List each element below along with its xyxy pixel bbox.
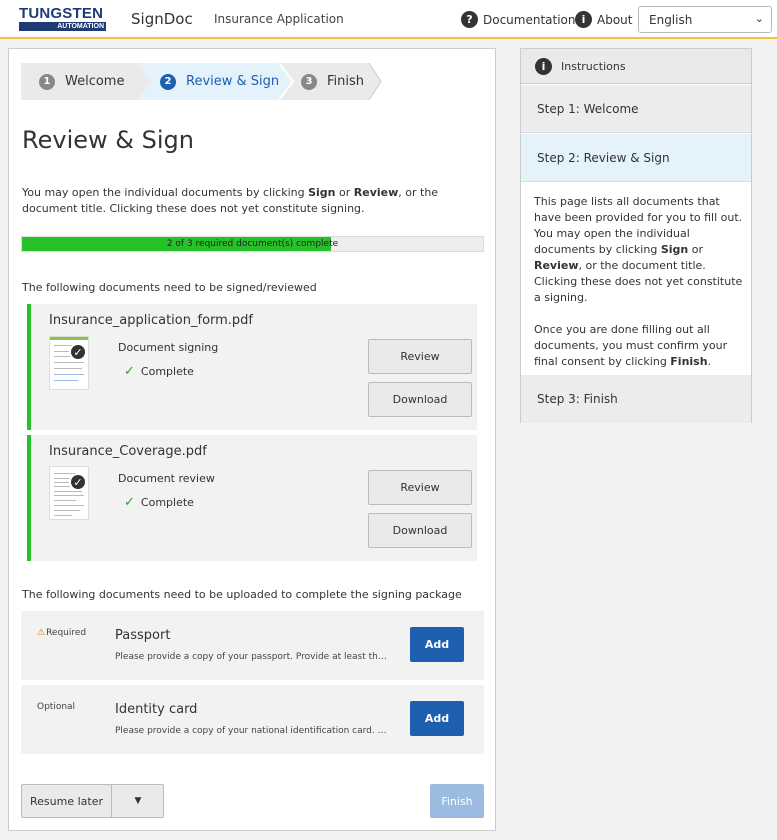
upload-card: Optional Identity card Please provide a … xyxy=(21,685,484,754)
progress-text: 2 of 3 required document(s) complete xyxy=(166,239,339,249)
review-word: Review xyxy=(534,259,579,272)
requirement-label: Required xyxy=(46,628,87,638)
finish-button[interactable]: Finish xyxy=(430,784,484,818)
resume-later-button[interactable]: Resume later xyxy=(22,785,112,817)
about-label: About xyxy=(597,12,633,27)
upload-description: Please provide a copy of your national i… xyxy=(115,726,390,736)
language-select[interactable]: English ⌄ xyxy=(638,6,772,33)
download-button[interactable]: Download xyxy=(368,382,472,417)
add-button[interactable]: Add xyxy=(410,627,464,662)
checkmark-icon: ✓ xyxy=(69,473,87,491)
finish-word: Finish xyxy=(670,355,708,368)
intro-review-word: Review xyxy=(353,186,399,199)
text-part: or xyxy=(688,243,703,256)
upload-description: Please provide a copy of your passport. … xyxy=(115,652,390,662)
document-status: ✓ Complete xyxy=(124,364,194,379)
check-icon: ✓ xyxy=(124,364,135,379)
main-panel: 1 Welcome 2 Review & Sign 3 Finish Revie… xyxy=(8,48,496,831)
text-part: This page lists all documents that have … xyxy=(534,195,743,256)
logo-text: TUNGSTEN xyxy=(19,5,104,22)
instructions-step-review-sign[interactable]: Step 2: Review & Sign xyxy=(521,134,751,182)
step-label: Review & Sign xyxy=(186,74,280,89)
app-name: SignDoc xyxy=(131,10,193,28)
upload-card: ⚠ Required Passport Please provide a cop… xyxy=(21,611,484,680)
progress-bar: 2 of 3 required document(s) complete xyxy=(21,236,484,252)
sign-word: Sign xyxy=(660,243,689,256)
intro-sign-word: Sign xyxy=(308,186,336,199)
text-part: . xyxy=(707,355,712,368)
instructions-header: i Instructions xyxy=(521,49,751,84)
document-card: Insurance_application_form.pdf ✓ Documen… xyxy=(27,304,477,430)
step-number: 1 xyxy=(39,73,55,90)
logo-subtext: AUTOMATION xyxy=(19,22,106,31)
intro-text-part: or xyxy=(335,186,354,199)
step-label: Finish xyxy=(327,74,365,89)
upload-title: Identity card xyxy=(115,702,198,717)
instructions-paragraph: This page lists all documents that have … xyxy=(534,194,744,306)
resume-later-group: Resume later ▼ xyxy=(21,784,164,818)
document-thumbnail[interactable]: ✓ xyxy=(49,466,89,520)
instructions-step-welcome[interactable]: Step 1: Welcome xyxy=(521,85,751,133)
intro-text: You may open the individual documents by… xyxy=(22,185,482,217)
checkmark-icon: ✓ xyxy=(69,343,87,361)
resume-dropdown-toggle[interactable]: ▼ xyxy=(112,785,164,817)
status-label: Complete xyxy=(140,496,194,509)
tungsten-logo[interactable]: TUNGSTEN AUTOMATION xyxy=(19,5,106,31)
instructions-paragraph: Once you are done filling out all docume… xyxy=(534,322,744,370)
language-value: English xyxy=(649,13,693,27)
step-finish[interactable]: 3 Finish xyxy=(301,63,364,100)
upload-section-label: The following documents need to be uploa… xyxy=(22,588,462,601)
document-status: ✓ Complete xyxy=(124,495,194,510)
progress-stepper: 1 Welcome 2 Review & Sign 3 Finish xyxy=(21,63,382,100)
download-button[interactable]: Download xyxy=(368,513,472,548)
requirement-badge: Optional xyxy=(37,702,75,712)
step-number: 3 xyxy=(301,73,317,90)
requirement-label: Optional xyxy=(37,702,76,712)
instructions-panel: i Instructions Step 1: Welcome Step 2: R… xyxy=(520,48,752,423)
caret-down-icon: ▼ xyxy=(134,796,142,806)
app-subtitle: Insurance Application xyxy=(214,12,344,26)
step-review-sign[interactable]: 2 Review & Sign xyxy=(160,63,279,100)
document-title[interactable]: Insurance_Coverage.pdf xyxy=(49,444,207,459)
step-number: 2 xyxy=(160,73,176,90)
warning-icon: ⚠ xyxy=(37,628,46,638)
requirement-badge: ⚠ Required xyxy=(37,628,86,638)
about-link[interactable]: i About xyxy=(575,11,632,28)
upload-title: Passport xyxy=(115,628,171,643)
check-icon: ✓ xyxy=(124,495,135,510)
step-welcome[interactable]: 1 Welcome xyxy=(39,63,124,100)
instructions-step-finish[interactable]: Step 3: Finish xyxy=(521,375,751,423)
add-button[interactable]: Add xyxy=(410,701,464,736)
document-title[interactable]: Insurance_application_form.pdf xyxy=(49,313,253,328)
top-header: TUNGSTEN AUTOMATION SignDoc Insurance Ap… xyxy=(0,0,777,39)
document-action: Document review xyxy=(118,472,215,485)
document-action: Document signing xyxy=(118,341,219,354)
sign-section-label: The following documents need to be signe… xyxy=(22,281,317,294)
instructions-body: This page lists all documents that have … xyxy=(534,194,744,370)
info-icon: i xyxy=(575,11,592,28)
document-card: Insurance_Coverage.pdf ✓ Document review… xyxy=(27,435,477,561)
status-label: Complete xyxy=(140,365,194,378)
review-button[interactable]: Review xyxy=(368,470,472,505)
help-icon: ? xyxy=(461,11,478,28)
chevron-down-icon: ⌄ xyxy=(754,12,764,25)
review-button[interactable]: Review xyxy=(368,339,472,374)
step-label: Welcome xyxy=(65,74,125,89)
documentation-label: Documentation xyxy=(483,12,576,27)
document-thumbnail[interactable]: ✓ xyxy=(49,336,89,390)
page-title: Review & Sign xyxy=(22,126,194,154)
info-icon: i xyxy=(535,57,552,75)
instructions-title: Instructions xyxy=(561,59,626,73)
intro-text-part: You may open the individual documents by… xyxy=(22,186,309,199)
documentation-link[interactable]: ? Documentation xyxy=(461,11,576,28)
